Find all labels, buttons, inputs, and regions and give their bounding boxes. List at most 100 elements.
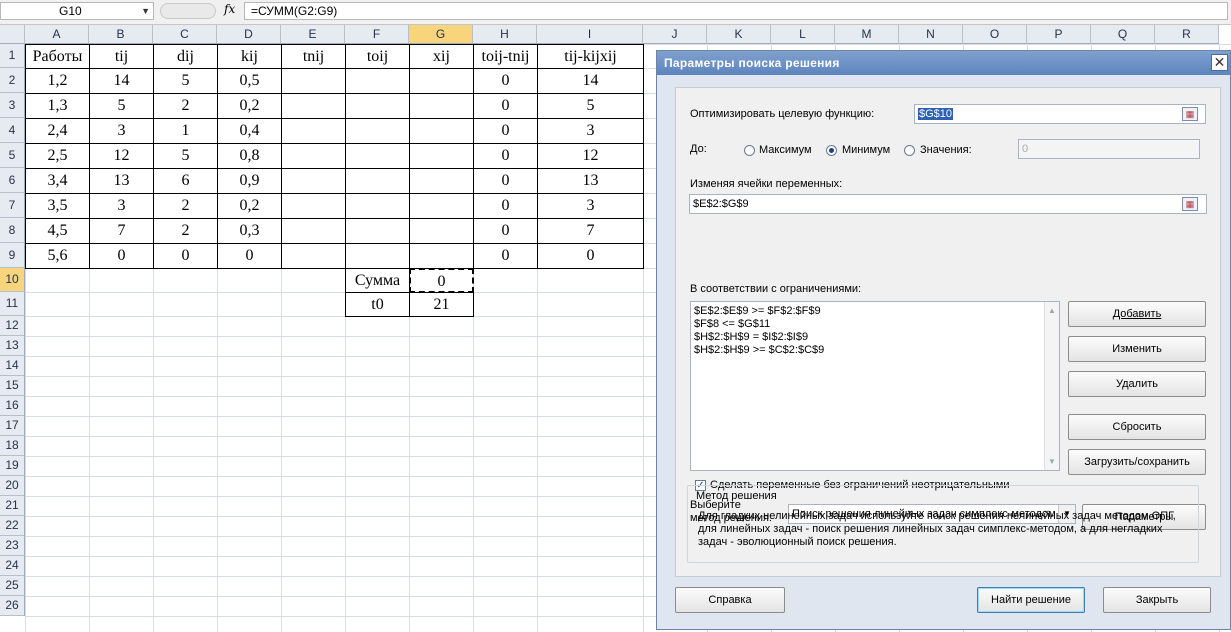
table-cell[interactable] [409, 218, 474, 244]
row-header-17[interactable]: 17 [0, 416, 25, 436]
column-header-i[interactable]: I [537, 25, 643, 44]
help-button[interactable]: Справка [675, 587, 785, 613]
row-header-16[interactable]: 16 [0, 396, 25, 416]
scroll-up-icon[interactable]: ▲ [1048, 304, 1056, 317]
constraint-item[interactable]: $E$2:$E$9 >= $F$2:$F$9 [694, 305, 1059, 318]
close-button[interactable]: Закрыть [1103, 587, 1211, 613]
header-cell[interactable]: tij [89, 44, 154, 69]
row-header-18[interactable]: 18 [0, 436, 25, 456]
header-cell[interactable]: tnij [281, 44, 346, 69]
table-cell[interactable] [345, 118, 410, 144]
table-cell[interactable]: 2 [153, 193, 218, 219]
row-header-7[interactable]: 7 [0, 193, 25, 218]
table-cell[interactable]: 0 [473, 168, 538, 194]
column-header-d[interactable]: D [217, 25, 281, 44]
table-cell[interactable] [409, 143, 474, 169]
header-cell[interactable]: kij [217, 44, 282, 69]
value-input[interactable]: 0 [1018, 139, 1200, 159]
table-cell[interactable] [281, 243, 346, 269]
table-cell[interactable]: 5 [89, 93, 154, 119]
constraint-item[interactable]: $H$2:$H$9 = $I$2:$I$9 [694, 331, 1059, 344]
table-cell[interactable]: 2,5 [25, 143, 90, 169]
header-cell[interactable]: Работы [25, 44, 90, 69]
table-cell[interactable] [345, 93, 410, 119]
close-icon[interactable]: ✕ [1211, 54, 1228, 71]
name-box[interactable]: G10 ▼ [0, 2, 154, 20]
row-header-11[interactable]: 11 [0, 292, 25, 316]
table-cell[interactable]: 4,5 [25, 218, 90, 244]
table-cell[interactable] [409, 68, 474, 94]
table-cell[interactable]: 0,3 [217, 218, 282, 244]
row-header-14[interactable]: 14 [0, 356, 25, 376]
row-header-20[interactable]: 20 [0, 476, 25, 496]
table-cell[interactable] [345, 243, 410, 269]
header-cell[interactable]: toij [345, 44, 410, 69]
header-cell[interactable]: tij-kijxij [537, 44, 644, 69]
header-cell[interactable]: toij-tnij [473, 44, 538, 69]
t0-label-cell[interactable]: t0 [345, 292, 410, 317]
column-header-n[interactable]: N [899, 25, 963, 44]
table-cell[interactable] [281, 118, 346, 144]
table-cell[interactable]: 13 [537, 168, 644, 194]
table-cell[interactable] [409, 193, 474, 219]
column-header-h[interactable]: H [473, 25, 537, 44]
collapse-dialog-icon[interactable]: ▦ [1182, 107, 1198, 121]
row-header-13[interactable]: 13 [0, 336, 25, 356]
table-cell[interactable] [409, 243, 474, 269]
table-cell[interactable]: 5 [153, 143, 218, 169]
table-cell[interactable] [281, 68, 346, 94]
row-header-8[interactable]: 8 [0, 218, 25, 243]
table-cell[interactable]: 0 [153, 243, 218, 269]
table-cell[interactable] [281, 93, 346, 119]
row-header-21[interactable]: 21 [0, 496, 25, 516]
table-cell[interactable] [345, 193, 410, 219]
table-cell[interactable]: 3 [89, 193, 154, 219]
radio-max[interactable] [744, 145, 755, 156]
column-header-j[interactable]: J [643, 25, 707, 44]
table-cell[interactable]: 0,2 [217, 93, 282, 119]
table-cell[interactable]: 0,5 [217, 68, 282, 94]
row-header-4[interactable]: 4 [0, 118, 25, 143]
table-cell[interactable]: 0 [473, 193, 538, 219]
table-cell[interactable]: 3,4 [25, 168, 90, 194]
column-header-f[interactable]: F [345, 25, 409, 44]
table-cell[interactable] [345, 218, 410, 244]
row-header-26[interactable]: 26 [0, 596, 25, 616]
row-header-25[interactable]: 25 [0, 576, 25, 596]
table-cell[interactable]: 3 [537, 118, 644, 144]
table-cell[interactable]: 7 [537, 218, 644, 244]
row-header-6[interactable]: 6 [0, 168, 25, 193]
column-header-o[interactable]: O [963, 25, 1027, 44]
table-cell[interactable]: 1 [153, 118, 218, 144]
table-cell[interactable]: 0,9 [217, 168, 282, 194]
column-header-r[interactable]: R [1155, 25, 1219, 44]
radio-min[interactable] [826, 145, 837, 156]
table-cell[interactable]: 14 [89, 68, 154, 94]
table-cell[interactable] [345, 168, 410, 194]
insert-function-icon[interactable]: fx [224, 2, 235, 16]
table-cell[interactable]: 3 [537, 193, 644, 219]
row-header-2[interactable]: 2 [0, 68, 25, 93]
table-cell[interactable]: 12 [89, 143, 154, 169]
table-cell[interactable] [409, 168, 474, 194]
table-cell[interactable]: 3,5 [25, 193, 90, 219]
column-header-b[interactable]: B [89, 25, 153, 44]
table-cell[interactable]: 5 [153, 68, 218, 94]
table-cell[interactable]: 0 [537, 243, 644, 269]
table-cell[interactable] [345, 68, 410, 94]
row-header-10[interactable]: 10 [0, 268, 25, 292]
chevron-down-icon[interactable]: ▼ [141, 3, 150, 19]
table-cell[interactable]: 0 [473, 243, 538, 269]
table-cell[interactable]: 0,4 [217, 118, 282, 144]
table-cell[interactable] [281, 218, 346, 244]
select-all-corner[interactable] [0, 25, 25, 44]
constraint-item[interactable]: $F$8 <= $G$11 [694, 318, 1059, 331]
row-header-24[interactable]: 24 [0, 556, 25, 576]
table-cell[interactable]: 2 [153, 218, 218, 244]
table-cell[interactable]: 2 [153, 93, 218, 119]
objective-input[interactable]: $G$10 [914, 104, 1206, 124]
change-button[interactable]: Изменить [1068, 336, 1206, 362]
scroll-down-icon[interactable]: ▼ [1048, 455, 1056, 468]
table-cell[interactable] [281, 193, 346, 219]
selected-sum-cell[interactable]: 0 [409, 268, 474, 293]
